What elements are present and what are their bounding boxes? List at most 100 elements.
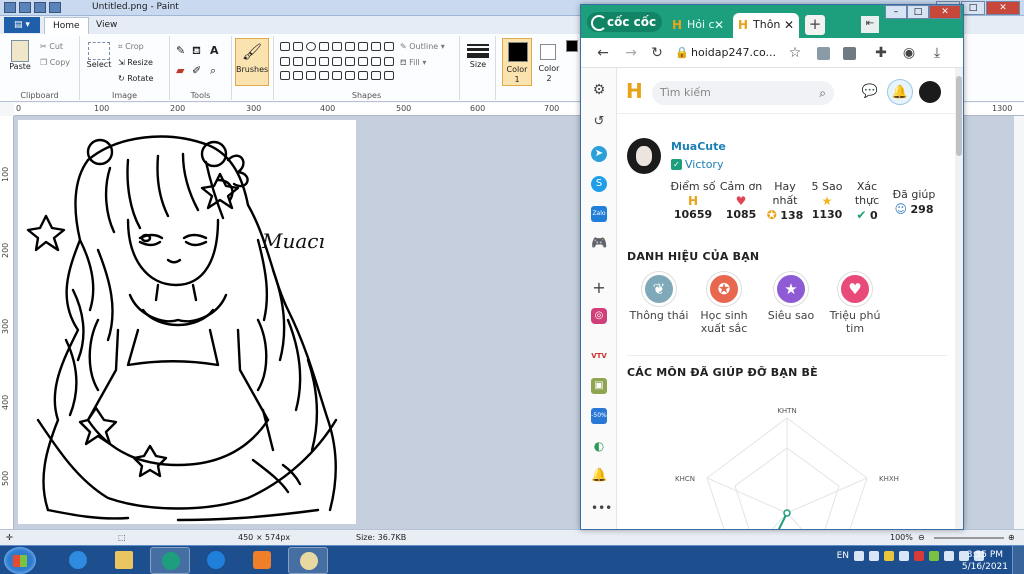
- badge-trieu-phu-tim[interactable]: ♥ Triệu phú tim: [823, 272, 887, 335]
- new-tab-button[interactable]: +: [805, 15, 825, 35]
- flag-icon[interactable]: [899, 551, 909, 561]
- user-avatar[interactable]: [919, 81, 941, 103]
- coccoc-logo[interactable]: cốc cốc: [587, 12, 663, 32]
- shape-callout2[interactable]: [293, 71, 303, 81]
- start-button[interactable]: [4, 547, 36, 574]
- shape-heart[interactable]: [319, 71, 329, 81]
- maximize-button[interactable]: □: [907, 5, 929, 19]
- reload-icon[interactable]: ↻: [647, 43, 667, 63]
- color-picker-icon[interactable]: ✐: [192, 64, 201, 77]
- maximize-button[interactable]: □: [961, 1, 985, 15]
- show-desktop-button[interactable]: [1012, 546, 1024, 574]
- shape-line[interactable]: [280, 42, 290, 51]
- shape-hexagon[interactable]: [293, 56, 303, 66]
- badge-thong-thai[interactable]: ❦ Thông thái: [629, 272, 689, 322]
- taskbar-zalo[interactable]: [196, 547, 236, 574]
- account-icon[interactable]: ◉: [899, 43, 919, 63]
- redo-icon[interactable]: [49, 2, 61, 13]
- crop-button[interactable]: ⌗ Crop: [118, 42, 144, 52]
- volume-icon[interactable]: [944, 551, 954, 561]
- extensions-puzzle-icon[interactable]: ✚: [871, 43, 891, 63]
- drawing-canvas[interactable]: Muacı: [18, 120, 356, 524]
- antivirus-icon[interactable]: [914, 551, 924, 561]
- shape-rect[interactable]: [319, 42, 329, 51]
- taskbar-media[interactable]: [242, 547, 282, 574]
- color1-button[interactable]: Color 1: [502, 38, 532, 86]
- shape-arrow-left[interactable]: [319, 56, 329, 66]
- notification-bell-icon[interactable]: 🔔: [591, 468, 607, 484]
- resize-button[interactable]: ⇲ Resize: [118, 58, 153, 67]
- news-icon[interactable]: ▣: [591, 378, 607, 394]
- instagram-icon[interactable]: ◎: [591, 308, 607, 324]
- game-icon[interactable]: 🎮: [591, 236, 607, 252]
- shape-misc4[interactable]: [384, 71, 394, 81]
- shape-arrow-right[interactable]: [306, 56, 316, 66]
- select-button[interactable]: Select: [86, 42, 112, 69]
- pencil-icon[interactable]: ✎: [176, 44, 185, 57]
- close-button[interactable]: ✕: [929, 5, 961, 19]
- size-button[interactable]: Size: [464, 42, 492, 69]
- update-icon[interactable]: [929, 551, 939, 561]
- shape-callout3[interactable]: [306, 71, 316, 81]
- minimize-button[interactable]: –: [885, 5, 907, 19]
- bookmark-star-icon[interactable]: ☆: [785, 43, 805, 63]
- badge-sieu-sao[interactable]: ★ Siêu sao: [761, 272, 821, 322]
- search-input[interactable]: Tìm kiếm ⌕: [652, 81, 834, 105]
- address-bar[interactable]: hoidap247.co...: [691, 43, 791, 63]
- brushes-button[interactable]: 🖌 Brushes: [235, 38, 269, 86]
- shape-right-triangle[interactable]: [371, 42, 381, 51]
- help-icon[interactable]: [854, 551, 864, 561]
- tab-close-icon[interactable]: ✕: [784, 13, 794, 37]
- forward-icon[interactable]: →: [621, 43, 641, 63]
- file-menu-button[interactable]: ▤ ▾: [4, 17, 40, 33]
- bell-icon[interactable]: 🔔: [887, 79, 913, 105]
- shape-round-rect[interactable]: [332, 42, 342, 51]
- more-icon[interactable]: •••: [591, 500, 612, 516]
- zoom-in-button[interactable]: ⊕: [1008, 533, 1015, 542]
- shapes-gallery[interactable]: [280, 42, 394, 84]
- paste-button[interactable]: Paste: [6, 40, 34, 71]
- fill-dropdown[interactable]: ⛾ Fill ▾: [400, 58, 426, 68]
- shape-polygon[interactable]: [345, 42, 355, 51]
- language-indicator[interactable]: EN: [837, 551, 849, 561]
- zoom-slider[interactable]: [934, 537, 1004, 539]
- tab-view[interactable]: View: [88, 17, 125, 34]
- extension-1-icon[interactable]: [817, 47, 830, 60]
- cut-button[interactable]: ✂ Cut: [40, 42, 63, 51]
- fill-bucket-icon[interactable]: ⛾: [192, 44, 201, 59]
- text-tool-icon[interactable]: A: [210, 44, 219, 57]
- magnifier-icon[interactable]: ⌕: [210, 64, 216, 78]
- tray-app-icon[interactable]: [884, 551, 894, 561]
- taskbar-clock[interactable]: 3:55 PM 5/16/2021: [962, 549, 1008, 573]
- shape-misc3[interactable]: [371, 71, 381, 81]
- zalo-icon[interactable]: Zalo: [591, 206, 607, 222]
- taskbar-paint[interactable]: [288, 547, 328, 574]
- tab-close-icon[interactable]: ✕: [714, 13, 724, 37]
- add-app-icon[interactable]: +: [591, 280, 607, 296]
- shape-arrow-up[interactable]: [332, 56, 342, 66]
- shape-star4[interactable]: [358, 56, 368, 66]
- shape-star6[interactable]: [384, 56, 394, 66]
- shape-triangle[interactable]: [358, 42, 368, 51]
- shape-misc2[interactable]: [358, 71, 368, 81]
- tab-thong-tin[interactable]: H Thôn ✕: [733, 13, 799, 38]
- outline-dropdown[interactable]: ✎ Outline ▾: [400, 42, 445, 51]
- pen-icon[interactable]: [869, 551, 879, 561]
- search-icon[interactable]: ⌕: [819, 81, 826, 105]
- shape-callout1[interactable]: [280, 71, 290, 81]
- shape-pentagon[interactable]: [280, 56, 290, 66]
- taskbar-coccoc[interactable]: [150, 547, 190, 574]
- badge-hoc-sinh-xuat-sac[interactable]: ✪ Học sinh xuất sắc: [691, 272, 757, 335]
- eraser-icon[interactable]: ▰: [176, 64, 184, 77]
- shape-curve[interactable]: [293, 42, 303, 51]
- coccoc-extra-icon[interactable]: ◐: [591, 438, 607, 454]
- chat-icon[interactable]: 💬: [857, 79, 883, 105]
- tab-hoi-dap[interactable]: H Hỏi c ✕: [667, 13, 729, 38]
- taskbar-explorer[interactable]: [104, 547, 144, 574]
- download-ext-icon[interactable]: [843, 47, 856, 60]
- download-icon[interactable]: ⤓: [927, 43, 947, 63]
- page-scrollbar[interactable]: [955, 68, 963, 529]
- telegram-icon[interactable]: ➤: [591, 146, 607, 162]
- undo-icon[interactable]: [34, 2, 46, 13]
- rotate-button[interactable]: ↻ Rotate: [118, 74, 153, 83]
